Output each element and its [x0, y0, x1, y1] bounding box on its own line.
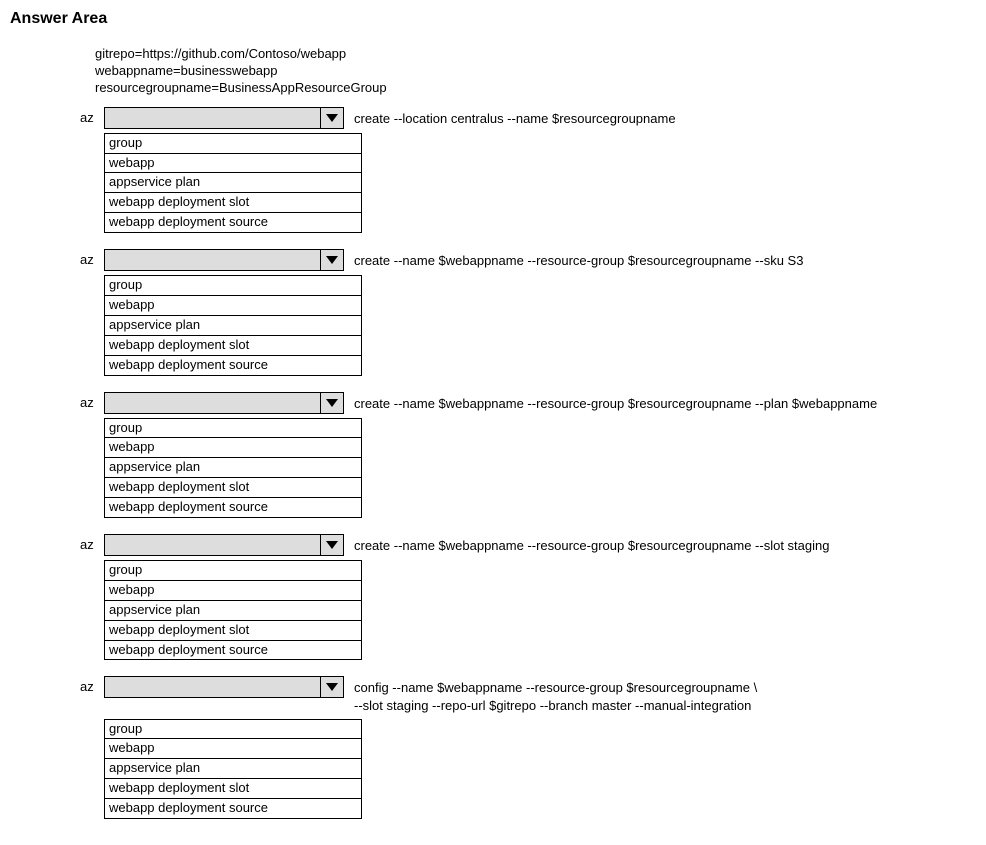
option-item[interactable]: webapp deployment slot — [105, 621, 361, 641]
variable-block: gitrepo=https://github.com/Contoso/webap… — [95, 46, 976, 97]
var-line-3: resourcegroupname=BusinessAppResourceGro… — [95, 80, 976, 97]
dropdown-arrow-icon — [320, 677, 343, 697]
option-item[interactable]: webapp deployment source — [105, 799, 361, 818]
dropdown-arrow-icon — [320, 393, 343, 413]
dropdown-arrow-icon — [320, 250, 343, 270]
command-row-5: az config --name $webappname --resource-… — [80, 676, 976, 819]
command-text-3: create --name $webappname --resource-gro… — [344, 392, 976, 413]
option-item[interactable]: appservice plan — [105, 601, 361, 621]
option-item[interactable]: webapp — [105, 438, 361, 458]
option-item[interactable]: appservice plan — [105, 173, 361, 193]
option-item[interactable]: webapp deployment source — [105, 356, 361, 375]
var-line-1: gitrepo=https://github.com/Contoso/webap… — [95, 46, 976, 63]
option-item[interactable]: group — [105, 276, 361, 296]
options-list-4: group webapp appservice plan webapp depl… — [104, 560, 362, 660]
options-list-5: group webapp appservice plan webapp depl… — [104, 719, 362, 819]
command-text-1: create --location centralus --name $reso… — [344, 107, 976, 128]
option-item[interactable]: group — [105, 720, 361, 740]
options-list-3: group webapp appservice plan webapp depl… — [104, 418, 362, 518]
page-title: Answer Area — [10, 10, 976, 28]
command-text-5: config --name $webappname --resource-gro… — [344, 676, 976, 714]
option-item[interactable]: webapp — [105, 154, 361, 174]
option-item[interactable]: webapp — [105, 739, 361, 759]
dropdown-value — [105, 250, 320, 270]
dropdown-1[interactable] — [104, 107, 344, 129]
dropdown-arrow-icon — [320, 108, 343, 128]
az-label: az — [80, 249, 100, 267]
option-item[interactable]: appservice plan — [105, 316, 361, 336]
option-item[interactable]: webapp deployment slot — [105, 478, 361, 498]
option-item[interactable]: webapp deployment source — [105, 213, 361, 232]
dropdown-value — [105, 393, 320, 413]
az-label: az — [80, 392, 100, 410]
command-row-2: az create --name $webappname --resource-… — [80, 249, 976, 375]
option-item[interactable]: webapp — [105, 296, 361, 316]
dropdown-2[interactable] — [104, 249, 344, 271]
command-text-5-line1: config --name $webappname --resource-gro… — [354, 679, 976, 697]
option-item[interactable]: appservice plan — [105, 759, 361, 779]
option-item[interactable]: webapp deployment source — [105, 498, 361, 517]
command-text-4: create --name $webappname --resource-gro… — [344, 534, 976, 555]
dropdown-value — [105, 108, 320, 128]
command-row-1: az create --location centralus --name $r… — [80, 107, 976, 233]
command-text-2: create --name $webappname --resource-gro… — [344, 249, 976, 270]
dropdown-value — [105, 535, 320, 555]
az-label: az — [80, 676, 100, 694]
option-item[interactable]: webapp deployment slot — [105, 193, 361, 213]
dropdown-arrow-icon — [320, 535, 343, 555]
option-item[interactable]: webapp deployment slot — [105, 779, 361, 799]
az-label: az — [80, 534, 100, 552]
dropdown-4[interactable] — [104, 534, 344, 556]
option-item[interactable]: group — [105, 134, 361, 154]
var-line-2: webappname=businesswebapp — [95, 63, 976, 80]
dropdown-5[interactable] — [104, 676, 344, 698]
options-list-2: group webapp appservice plan webapp depl… — [104, 275, 362, 375]
command-text-5-line2: --slot staging --repo-url $gitrepo --bra… — [354, 697, 976, 715]
option-item[interactable]: group — [105, 561, 361, 581]
dropdown-3[interactable] — [104, 392, 344, 414]
dropdown-value — [105, 677, 320, 697]
az-label: az — [80, 107, 100, 125]
option-item[interactable]: group — [105, 419, 361, 439]
command-row-3: az create --name $webappname --resource-… — [80, 392, 976, 518]
options-list-1: group webapp appservice plan webapp depl… — [104, 133, 362, 233]
option-item[interactable]: webapp — [105, 581, 361, 601]
option-item[interactable]: webapp deployment slot — [105, 336, 361, 356]
option-item[interactable]: webapp deployment source — [105, 641, 361, 660]
option-item[interactable]: appservice plan — [105, 458, 361, 478]
command-row-4: az create --name $webappname --resource-… — [80, 534, 976, 660]
